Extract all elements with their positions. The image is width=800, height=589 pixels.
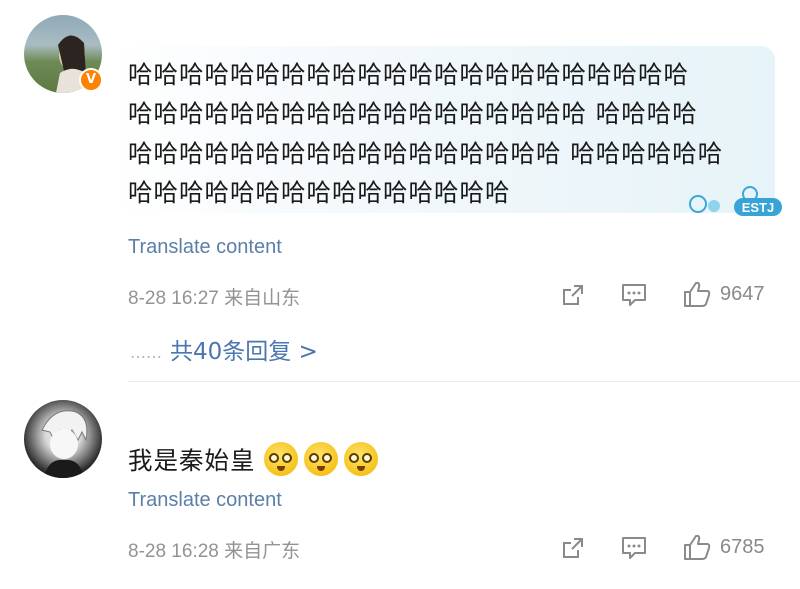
replies-ellipsis: …… xyxy=(130,343,162,362)
comment-location: 来自广东 xyxy=(224,541,301,562)
comment-timestamp: 8-28 16:27 xyxy=(128,288,219,309)
verified-badge-icon: V xyxy=(79,68,103,92)
glasses-emoji-icon xyxy=(344,442,378,476)
comment-text: 我是秦始皇 xyxy=(128,446,256,475)
view-replies-link[interactable]: …… 共40条回复 > xyxy=(130,332,318,366)
share-icon[interactable] xyxy=(560,535,586,561)
thumbs-up-icon[interactable] xyxy=(682,280,712,308)
glasses-emoji-icon xyxy=(304,442,338,476)
comment-meta: 8-28 16:28 来自广东 xyxy=(128,536,300,563)
comment-icon[interactable] xyxy=(620,282,648,308)
thumbs-up-icon[interactable] xyxy=(682,533,712,561)
comment-location: 来自山东 xyxy=(224,288,301,309)
comment-text-line: 哈哈哈哈哈哈哈哈哈哈哈哈哈哈哈哈哈 哈哈哈哈哈哈 xyxy=(128,139,724,168)
svg-text:ESTJ: ESTJ xyxy=(742,200,775,215)
comment-text-line: 哈哈哈哈哈哈哈哈哈哈哈哈哈哈哈 xyxy=(128,178,511,207)
replies-label[interactable]: 共40条回复 > xyxy=(170,339,318,365)
comment-meta: 8-28 16:27 来自山东 xyxy=(128,283,300,310)
comment-divider xyxy=(128,381,800,382)
comment-text-line: 哈哈哈哈哈哈哈哈哈哈哈哈哈哈哈哈哈哈哈哈哈哈 xyxy=(128,60,689,89)
share-icon[interactable] xyxy=(560,282,586,308)
comment-icon[interactable] xyxy=(620,535,648,561)
avatar-photo xyxy=(41,410,88,478)
user-avatar[interactable] xyxy=(24,400,102,478)
translate-content-link[interactable]: Translate content xyxy=(128,236,282,259)
translate-content-link[interactable]: Translate content xyxy=(128,489,282,512)
glasses-emoji-icon xyxy=(264,442,298,476)
comment-text-line: 哈哈哈哈哈哈哈哈哈哈哈哈哈哈哈哈哈哈 哈哈哈哈 xyxy=(128,99,698,128)
like-count: 9647 xyxy=(720,283,765,305)
estj-sticker-icon: ESTJ xyxy=(689,186,782,216)
comment-timestamp: 8-28 16:28 xyxy=(128,541,219,562)
like-count: 6785 xyxy=(720,536,765,558)
